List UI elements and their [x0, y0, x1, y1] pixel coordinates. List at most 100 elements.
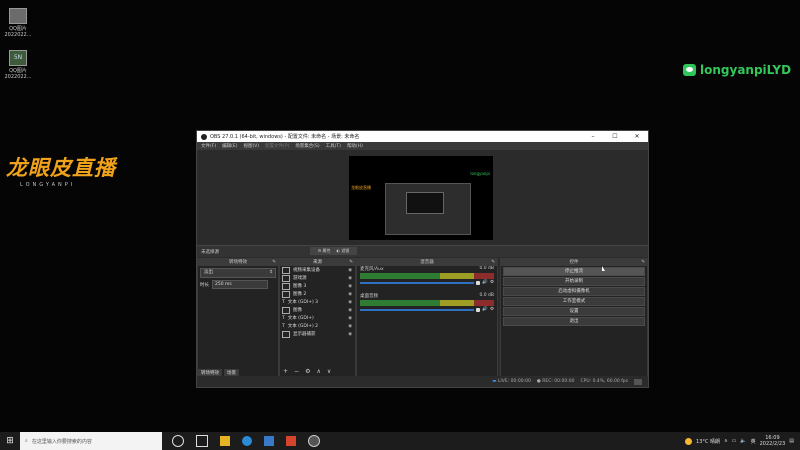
source-item[interactable]: T 文本 (GDI+) ◉: [280, 314, 355, 322]
eye-icon[interactable]: ◉: [348, 284, 352, 289]
dock-header: 来源 ✎: [280, 259, 355, 266]
gamepad-icon: [282, 274, 290, 282]
filters-button[interactable]: ◐ 滤镜: [337, 248, 350, 254]
move-down-button[interactable]: ∨: [327, 368, 331, 375]
image-icon: [282, 306, 290, 314]
rec-icon: ●: [536, 379, 541, 384]
program-preview[interactable]: 龙眼皮直播 longyanpi: [349, 156, 493, 240]
weather-text[interactable]: 13°C 晴朗: [696, 438, 720, 445]
studio-mode-button[interactable]: 工作室模式: [503, 297, 645, 306]
source-item[interactable]: T 文本 (GDI+) 2 ◉: [280, 322, 355, 330]
transition-value: 淡出: [204, 270, 213, 275]
dock-pin-icon[interactable]: ✎: [272, 259, 276, 266]
text-icon: T: [282, 315, 285, 321]
dock-pin-icon[interactable]: ✎: [491, 259, 495, 266]
eye-icon[interactable]: ◉: [348, 316, 352, 321]
edge-browser-icon[interactable]: [242, 436, 252, 446]
dock-header: 混音器 ✎: [357, 259, 497, 266]
volume-slider[interactable]: 🔊 ⚙: [357, 307, 497, 312]
wechat-icon: [683, 64, 696, 76]
menu-help[interactable]: 帮助(H): [347, 143, 363, 149]
menu-scene-collection[interactable]: 场景集合(S): [295, 143, 319, 149]
search-icon: ⌕: [25, 438, 28, 444]
mouse-cursor-icon: [602, 266, 605, 271]
settings-button[interactable]: 设置: [503, 307, 645, 316]
exit-button[interactable]: 退出: [503, 317, 645, 326]
obs-taskbar-icon[interactable]: [308, 435, 320, 447]
remove-source-button[interactable]: −: [294, 368, 299, 375]
menu-tools[interactable]: 工具(T): [326, 143, 341, 149]
taskbar-search-box[interactable]: ⌕ 在这里输入你要搜索的内容: [20, 432, 162, 450]
ime-indicator[interactable]: 英: [751, 438, 756, 445]
add-source-button[interactable]: +: [283, 368, 288, 375]
clock-date: 2022/2/23: [759, 441, 786, 447]
menu-profile[interactable]: 配置文件(P): [265, 143, 289, 149]
duration-row: 时长 250 ms: [200, 280, 276, 289]
window-titlebar[interactable]: OBS 27.0.1 (64-bit, windows) - 配置文件: 未命名…: [197, 131, 648, 142]
source-label: 文本 (GDI+): [287, 316, 314, 321]
stream-health-icon: [634, 378, 642, 385]
mail-icon[interactable]: [286, 436, 296, 446]
image-icon: [282, 282, 290, 290]
speaker-icon[interactable]: 🔊: [482, 307, 488, 312]
start-virtual-camera-button[interactable]: 启动虚拟摄像机: [503, 287, 645, 296]
menu-edit[interactable]: 编辑(E): [222, 143, 237, 149]
tray-chevron-icon[interactable]: ∧: [724, 438, 728, 444]
eye-icon[interactable]: ◉: [348, 292, 352, 297]
start-recording-button[interactable]: 开始录制: [503, 277, 645, 286]
audio-mixer-dock: 混音器 ✎ 麦克风/Aux 0.0 dB 🔊 ⚙ 桌面音频 0.0 dB 🔊 ⚙: [356, 258, 498, 378]
menu-file[interactable]: 文件(F): [201, 143, 216, 149]
task-view-icon[interactable]: [196, 435, 208, 447]
source-item[interactable]: 图像 2 ◉: [280, 290, 355, 298]
filters-label: 滤镜: [341, 248, 350, 253]
source-item[interactable]: 显示器捕获 ◉: [280, 330, 355, 338]
eye-icon[interactable]: ◉: [348, 276, 352, 281]
dock-title: 来源: [313, 260, 322, 265]
dock-pin-icon[interactable]: ✎: [349, 259, 353, 266]
eye-icon[interactable]: ◉: [348, 324, 352, 329]
maximize-button[interactable]: ☐: [604, 133, 626, 140]
gear-icon[interactable]: ⚙: [490, 280, 494, 285]
source-item[interactable]: 图像 3 ◉: [280, 282, 355, 290]
windows-start-icon[interactable]: ⊞: [0, 436, 20, 446]
stop-streaming-button[interactable]: 停止推流: [503, 267, 645, 276]
source-item[interactable]: 游戏源 ◉: [280, 274, 355, 282]
brand-logo-text: 龙眼皮直播: [6, 155, 116, 180]
properties-button[interactable]: ⚙ 属性: [318, 248, 331, 254]
nested-preview-screen: [406, 192, 444, 214]
eye-icon[interactable]: ◉: [348, 308, 352, 313]
eye-icon[interactable]: ◉: [348, 300, 352, 305]
speaker-icon[interactable]: 🔊: [482, 280, 488, 285]
volume-icon[interactable]: 🔈: [740, 438, 746, 444]
store-icon[interactable]: [264, 436, 274, 446]
transition-select[interactable]: 淡出 ⇕: [200, 268, 276, 278]
duration-input[interactable]: 250 ms: [212, 280, 268, 289]
desktop-icon-image2[interactable]: 5N QQ图片 2022022...: [0, 50, 36, 80]
desktop-icon-image1[interactable]: QQ图片 2022022...: [0, 8, 36, 38]
duration-label: 时长: [200, 282, 209, 288]
source-item[interactable]: T 文本 (GDI+) 3 ◉: [280, 298, 355, 306]
source-item[interactable]: 图像 ◉: [280, 306, 355, 314]
camera-icon: [282, 266, 290, 274]
volume-meter: [360, 300, 494, 306]
file-explorer-icon[interactable]: [220, 436, 230, 446]
cortana-icon[interactable]: [172, 435, 184, 447]
gear-icon[interactable]: ⚙: [490, 307, 494, 312]
network-icon[interactable]: ▭: [732, 438, 737, 444]
source-label: 文本 (GDI+) 2: [287, 324, 319, 329]
dock-pin-icon[interactable]: ✎: [641, 259, 645, 266]
notification-icon[interactable]: ▤: [789, 438, 794, 444]
monitor-icon: [282, 330, 290, 338]
minimize-button[interactable]: –: [582, 133, 604, 140]
source-settings-button[interactable]: ⚙: [305, 368, 310, 375]
source-item[interactable]: 视频采集设备 ◉: [280, 266, 355, 274]
close-button[interactable]: ✕: [626, 133, 648, 140]
preview-overlay-wechat: longyanpi: [470, 171, 490, 176]
menu-view[interactable]: 视图(V): [243, 143, 259, 149]
move-up-button[interactable]: ∧: [316, 368, 320, 375]
eye-icon[interactable]: ◉: [348, 332, 352, 337]
volume-slider[interactable]: 🔊 ⚙: [357, 280, 497, 285]
clock[interactable]: 16:09 2022/2/23: [760, 435, 786, 447]
eye-icon[interactable]: ◉: [348, 268, 352, 273]
mixer-channel-header: 麦克风/Aux 0.0 dB: [357, 266, 497, 272]
